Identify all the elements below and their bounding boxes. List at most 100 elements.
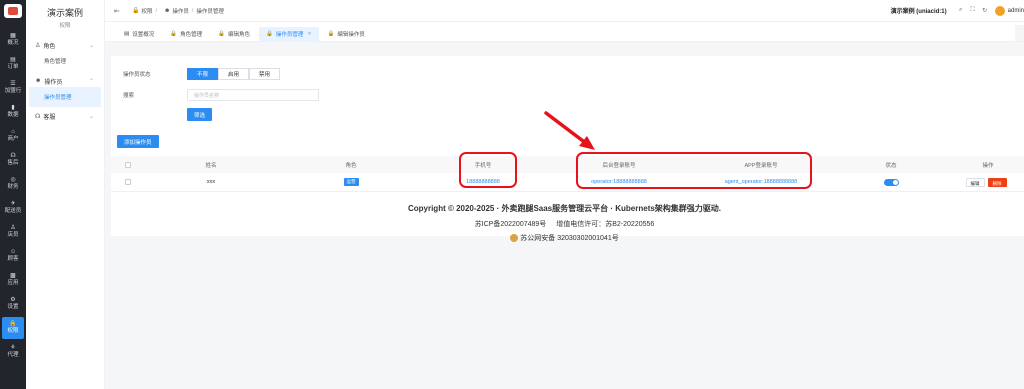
nav-item-dashboard[interactable]: ▦ 概况 [0,28,26,52]
headset-icon: ☊ [10,153,16,160]
refresh-icon[interactable]: ↻ [979,7,991,14]
nav-item-label: 商户 [7,136,19,143]
lock-icon: 🔒 [132,8,140,14]
finance-icon: ◎ [10,177,16,184]
nav-item-label: 店员 [7,232,19,239]
col-name: 姓名 [205,162,217,169]
menu-fold-icon[interactable]: ⇤ [114,7,122,15]
role-tag: 运营 [343,178,359,186]
chevron-down-icon: ⌄ [88,42,94,49]
status-option-disabled[interactable]: 禁用 [249,68,281,80]
dashboard-icon: ▦ [10,33,16,40]
nav-item-label: 售后 [7,160,19,167]
col-actions: 操作 [982,162,994,169]
brand: 演示案例 权限 [26,0,104,29]
sidebar-item-operator-management[interactable]: 操作员管理 [29,87,101,107]
col-status: 状态 [885,162,897,169]
sidebar-item-role-management[interactable]: 角色管理 [26,51,104,71]
order-icon: ▤ [10,57,16,64]
add-operator-button[interactable]: 添加操作员 [117,135,159,148]
tab-label: 设置概况 [132,32,155,38]
status-toggle[interactable] [883,178,899,186]
group-service-header[interactable]: ☊ 客服 ⌄ [26,110,104,122]
search-label: 搜索 [123,93,135,99]
nav-item-label: 代理 [7,352,19,359]
cell-status [876,178,906,186]
nav-item-apps[interactable]: ▩ 应用 [0,268,26,292]
nav-item-label: 数据 [7,112,19,119]
filter-button[interactable]: 筛选 [187,108,213,121]
police-link[interactable]: 苏公网安备 32030302001041号 [520,235,618,242]
search-row: 搜索 操作员名称 [123,89,319,101]
brand-title: 演示案例 [46,8,83,18]
nav-item-headset[interactable]: ☊ 售后 [0,148,26,172]
tab-edit-role[interactable]: 🔒 编辑角色 [211,27,257,41]
nav-item-label: 权限 [7,328,19,335]
status-option-all[interactable]: 不限 [187,68,219,80]
tab-label: 操作员管理 [275,32,304,38]
lock-icon: 🔒 [9,321,17,328]
select-all-checkbox[interactable] [125,161,131,168]
store-name[interactable]: 演示案例 (uniacid:1) [891,6,947,15]
group-operator-label: 操作员 [44,79,63,86]
fullscreen-icon[interactable]: ⛶ [967,7,979,14]
icp-link[interactable]: 苏ICP备2022007489号 [475,221,547,228]
agent-icon: ⚘ [10,345,16,352]
close-icon[interactable]: ✕ [307,31,311,37]
tab-role-management[interactable]: 🔒 角色管理 [163,27,209,41]
delivery-icon: ✈ [10,201,16,208]
tab-label: 编辑角色 [227,32,250,38]
tab-overview[interactable]: ▤ 设置概况 [117,27,161,41]
annotation-arrow [544,111,595,150]
nav-item-lock[interactable]: 🔒 权限 [2,317,24,339]
role-icon: ♙ [35,42,41,49]
operator-table: 姓名 角色 手机号 后台登录账号 APP登录账号 状态 操作 xxx 运营 18… [111,156,1024,192]
breadcrumb-item[interactable]: 权限 [141,7,152,15]
edit-button[interactable]: 编辑 [965,177,985,187]
search-input[interactable]: 操作员名称 [187,89,319,101]
nav-item-label: 顾客 [7,256,19,263]
delete-button[interactable]: 删除 [987,177,1007,187]
nav-item-data[interactable]: ▮ 数据 [0,100,26,124]
tab-operator-management[interactable]: 🔒 操作员管理 ✕ [258,27,319,41]
status-filter-row: 操作员状态 不限 启用 禁用 [123,68,281,80]
header-right: 演示案例 (uniacid:1) ⌕ ⛶ ↻ admin [891,0,1024,22]
nav-item-dispatch[interactable]: ☰ 加盟行 [0,76,26,100]
tab-label: 编辑操作员 [337,32,365,38]
settings-icon: ⚙ [10,297,16,304]
shop-icon: ♙ [10,225,16,232]
nav-item-delivery[interactable]: ✈ 配送员 [0,196,26,220]
annotation-box-accounts [576,152,812,189]
user-name[interactable]: admin [1008,8,1024,14]
nav-item-settings[interactable]: ⚙ 设置 [0,292,26,316]
customer-icon: ☺ [9,249,17,256]
chevron-up-icon: ⌃ [88,78,94,85]
annotation-arrow-shaft [544,111,589,146]
group-role-header[interactable]: ♙ 角色 ⌄ [26,39,104,51]
group-service: ☊ 客服 ⌄ [26,110,104,122]
group-role: ♙ 角色 ⌄ 角色管理 [26,39,104,71]
apps-icon: ▩ [10,273,16,280]
tab-edit-operator[interactable]: 🔒 编辑操作员 [321,27,372,41]
annotation-box-phone [459,152,517,188]
nav-item-customer[interactable]: ☺ 顾客 [0,244,26,268]
nav-item-order[interactable]: ▤ 订单 [0,52,26,76]
group-operator-header[interactable]: ☻ 操作员 ⌃ [26,75,104,87]
operator-icon: ☻ [35,78,42,84]
nav-item-label: 设置 [7,304,19,311]
breadcrumb-item[interactable]: 操作员 [172,7,189,15]
lock-icon: 🔒 [265,31,273,37]
nav-item-agent[interactable]: ⚘ 代理 [0,340,26,364]
cell-actions: 编辑 删除 [951,177,1021,187]
nav-item-shop[interactable]: ♙ 店员 [0,220,26,244]
avatar[interactable] [994,5,1005,16]
operator-icon: ☻ [164,7,171,14]
search-icon[interactable]: ⌕ [955,7,967,14]
status-option-enabled[interactable]: 启用 [218,68,250,80]
row-checkbox[interactable] [125,179,131,185]
license-text: 增值电信许可：苏B2-20220556 [556,221,655,228]
nav-item-finance[interactable]: ◎ 财务 [0,172,26,196]
top-header: ⇤ 🔒 权限 / ☻ 操作员 / 操作员管理 演示案例 (uniacid:1) … [105,0,1024,22]
nav-item-merchant[interactable]: ⌂ 商户 [0,124,26,148]
cell-name: xxx [206,179,216,185]
